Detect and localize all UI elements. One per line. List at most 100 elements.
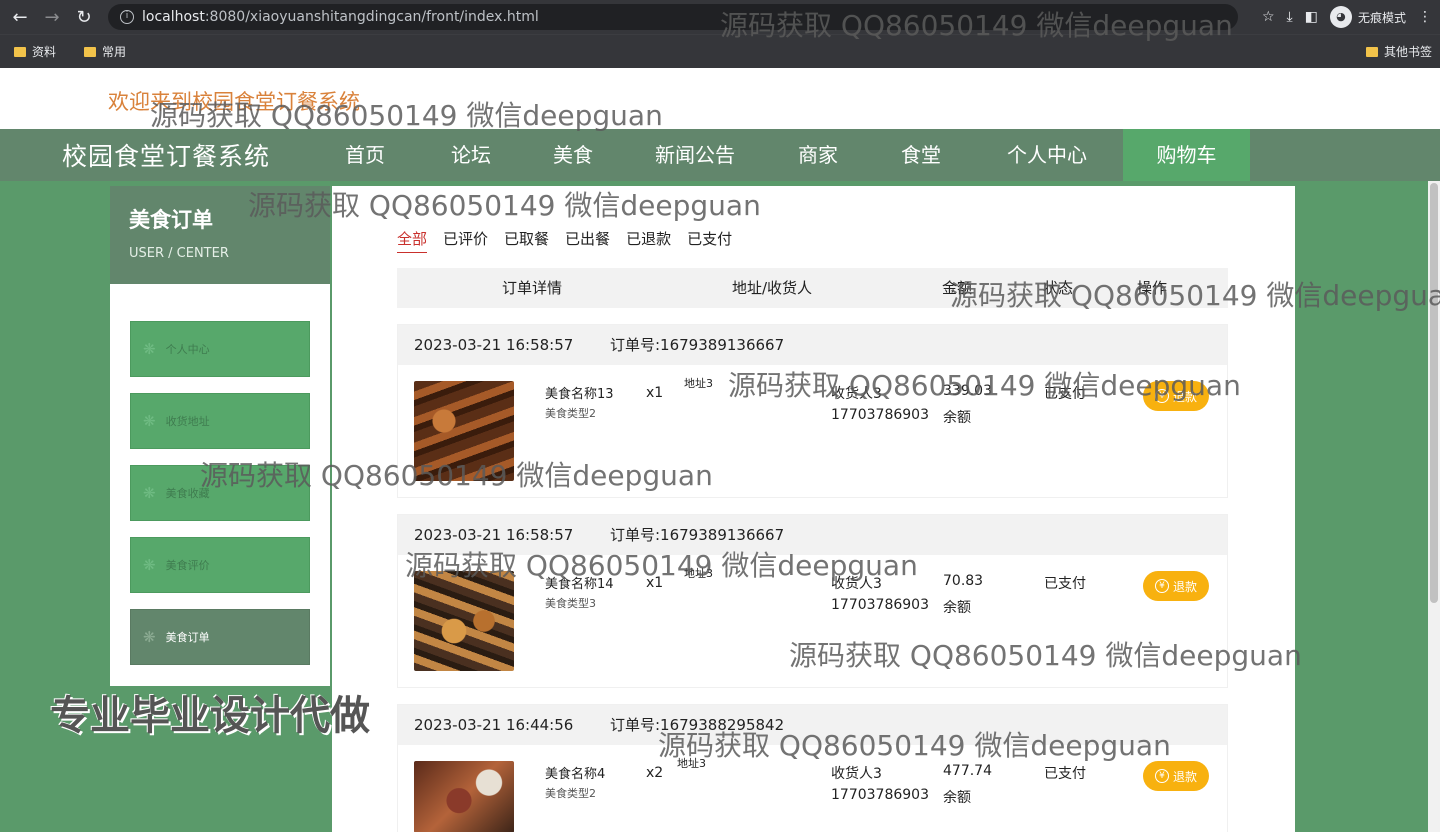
product-name: 美食名称14: [545, 577, 614, 592]
sidebar-item-label: 美食收藏: [165, 487, 210, 500]
sidebar-item-label: 个人中心: [165, 343, 210, 356]
order-number: 订单号:1679389136667: [610, 526, 785, 544]
nav-user-center[interactable]: 个人中心: [1007, 129, 1087, 181]
order-address: 地址3: [684, 567, 713, 580]
bookmark-item[interactable]: 资料: [14, 43, 56, 60]
other-bookmarks[interactable]: 其他书签: [1365, 43, 1432, 60]
order-number: 订单号:1679389136667: [610, 336, 785, 354]
refund-button[interactable]: ¥ 退款: [1143, 571, 1209, 601]
product-type: 美食类型2: [545, 407, 596, 420]
product-type: 美食类型3: [545, 597, 596, 610]
tab-picked-up[interactable]: 已取餐: [504, 228, 549, 253]
reload-icon[interactable]: ↻: [68, 1, 100, 33]
order-card: 2023-03-21 16:58:57 订单号:1679389136667 美食…: [397, 514, 1228, 688]
sidebar-item-user-center[interactable]: ❋ 个人中心: [130, 321, 310, 377]
scrollbar-thumb[interactable]: [1430, 183, 1438, 603]
receiver-phone: 17703786903: [831, 597, 929, 613]
incognito-badge[interactable]: ◕ 无痕模式: [1329, 6, 1406, 28]
nav-forum[interactable]: 论坛: [451, 129, 491, 181]
col-address: 地址/收货人: [732, 279, 813, 297]
browser-toolbar: ← → ↻ i localhost :8080/xiaoyuanshitangd…: [0, 0, 1440, 34]
yen-icon: ¥: [1154, 769, 1169, 783]
nav-home[interactable]: 首页: [345, 129, 385, 181]
yen-icon: ¥: [1154, 389, 1169, 403]
nav-merchant[interactable]: 商家: [798, 129, 838, 181]
order-header: 2023-03-21 16:58:57 订单号:1679389136667: [398, 325, 1227, 365]
sidebar-item-label: 美食订单: [165, 631, 210, 644]
col-status: 状态: [1043, 279, 1074, 297]
welcome-band: 欢迎来到校园食堂订餐系统: [0, 68, 1440, 129]
refund-label: 退款: [1172, 769, 1197, 784]
tab-reviewed[interactable]: 已评价: [443, 228, 488, 253]
info-icon[interactable]: i: [120, 10, 134, 24]
sidebar-item-address[interactable]: ❋ 收货地址: [130, 393, 310, 449]
sidebar: 美食订单 USER / CENTER ❋ 个人中心 ❋ 收货地址 ❋ 美食收藏 …: [110, 186, 330, 686]
food-image[interactable]: [414, 571, 514, 671]
refund-label: 退款: [1172, 389, 1197, 404]
product-type: 美食类型2: [545, 787, 596, 800]
sidebar-title: 美食订单: [129, 208, 213, 232]
refund-button[interactable]: ¥ 退款: [1143, 381, 1209, 411]
order-card: 2023-03-21 16:44:56 订单号:1679388295842 美食…: [397, 704, 1228, 832]
bookmarks-bar: 资料 常用 其他书签: [0, 34, 1440, 68]
sidebar-item-label: 收货地址: [165, 415, 210, 428]
star-icon[interactable]: ☆: [1262, 9, 1275, 25]
sidebar-subtitle: USER / CENTER: [129, 246, 229, 261]
payment-method: 余额: [943, 600, 971, 616]
order-filter-tabs: 全部 已评价 已取餐 已出餐 已退款 已支付: [397, 228, 732, 253]
receiver-name: 收货人3: [831, 386, 882, 402]
receiver-name: 收货人3: [831, 766, 882, 782]
refund-button[interactable]: ¥ 退款: [1143, 761, 1209, 791]
col-action: 操作: [1137, 279, 1168, 297]
sidebar-item-favorites[interactable]: ❋ 美食收藏: [130, 465, 310, 521]
tab-paid[interactable]: 已支付: [687, 228, 732, 253]
menu-icon[interactable]: ⋮: [1418, 9, 1432, 25]
incognito-label: 无痕模式: [1357, 10, 1406, 25]
order-header: 2023-03-21 16:44:56 订单号:1679388295842: [398, 705, 1227, 745]
download-icon[interactable]: ⤓: [1287, 9, 1293, 25]
address-bar[interactable]: i localhost :8080/xiaoyuanshitangdingcan…: [108, 4, 1238, 30]
order-status: 已支付: [1044, 576, 1086, 592]
food-image[interactable]: [414, 761, 514, 832]
food-image[interactable]: [414, 381, 514, 481]
promo-overlay: 专业毕业设计代做: [50, 693, 370, 739]
url-path: :8080/xiaoyuanshitangdingcan/front/index…: [204, 9, 539, 25]
welcome-text: 欢迎来到校园食堂订餐系统: [108, 90, 360, 114]
bookmark-item[interactable]: 常用: [84, 43, 126, 60]
browser-actions: ☆ ⤓ ◧ ◕ 无痕模式 ⋮: [1262, 4, 1432, 30]
product-qty: x2: [646, 765, 664, 781]
asterisk-icon: ❋: [143, 628, 156, 646]
order-number: 订单号:1679388295842: [610, 716, 785, 734]
sidebar-item-reviews[interactable]: ❋ 美食评价: [130, 537, 310, 593]
asterisk-icon: ❋: [143, 412, 156, 430]
tab-all[interactable]: 全部: [397, 228, 428, 253]
product-qty: x1: [646, 385, 664, 401]
order-card: 2023-03-21 16:58:57 订单号:1679389136667 美食…: [397, 324, 1228, 498]
back-icon[interactable]: ←: [4, 1, 36, 33]
tab-refunded[interactable]: 已退款: [626, 228, 671, 253]
site-title: 校园食堂订餐系统: [62, 142, 271, 171]
asterisk-icon: ❋: [143, 340, 156, 358]
nav-food[interactable]: 美食: [553, 129, 593, 181]
order-amount: 477.74: [943, 763, 992, 779]
order-header: 2023-03-21 16:58:57 订单号:1679389136667: [398, 515, 1227, 555]
order-address: 地址3: [684, 377, 713, 390]
order-date: 2023-03-21 16:58:57: [414, 336, 574, 354]
payment-method: 余额: [943, 790, 971, 806]
tab-served[interactable]: 已出餐: [565, 228, 610, 253]
nav-canteen[interactable]: 食堂: [901, 129, 941, 181]
sidebar-item-orders[interactable]: ❋ 美食订单: [130, 609, 310, 665]
forward-icon[interactable]: →: [36, 1, 68, 33]
order-date: 2023-03-21 16:44:56: [414, 716, 574, 734]
nav-cart[interactable]: 购物车: [1123, 129, 1250, 181]
refund-label: 退款: [1172, 579, 1197, 594]
col-details: 订单详情: [502, 279, 563, 297]
sidepanel-icon[interactable]: ◧: [1305, 9, 1318, 25]
page-scrollbar[interactable]: [1428, 181, 1440, 832]
orders-table-header: 订单详情 地址/收货人 金额 状态 操作: [397, 268, 1228, 308]
bookmark-label: 常用: [102, 45, 127, 59]
other-bookmarks-label: 其他书签: [1383, 45, 1432, 59]
nav-news[interactable]: 新闻公告: [655, 129, 735, 181]
folder-icon: [1365, 46, 1378, 57]
order-status: 已支付: [1044, 386, 1086, 402]
